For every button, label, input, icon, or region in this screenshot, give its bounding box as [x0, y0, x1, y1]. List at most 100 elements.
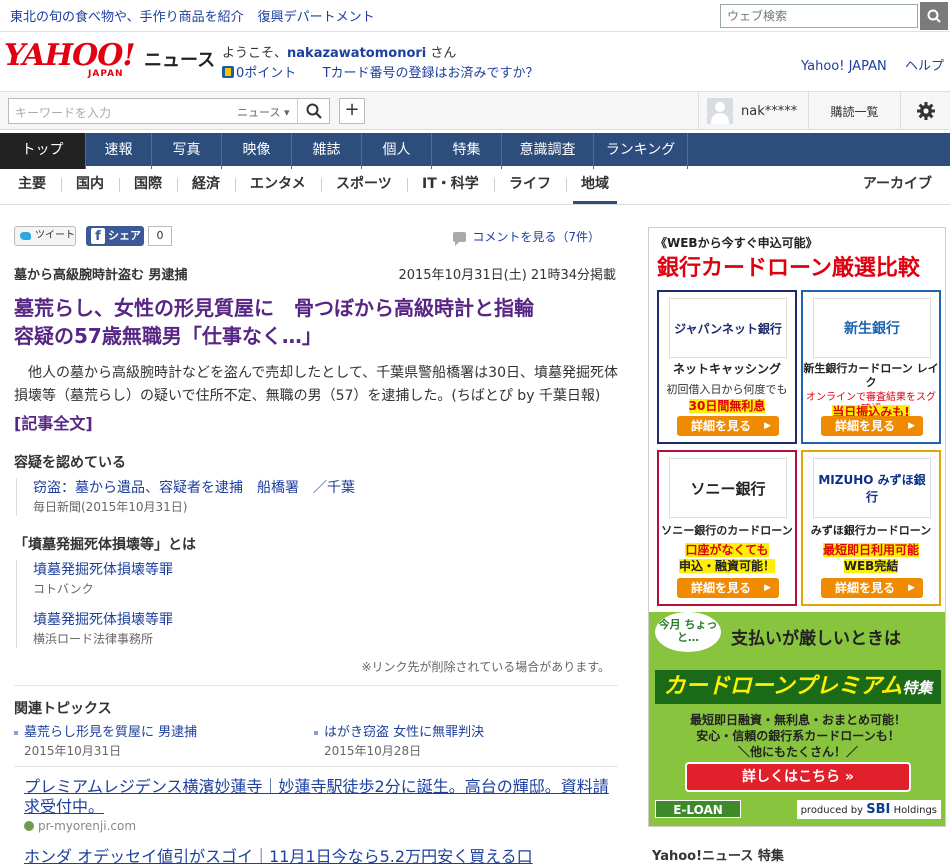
category-main[interactable]: 主要 [18, 166, 46, 204]
ad-text: 最短即日融資・無利息・おまとめ可能！ [689, 713, 906, 727]
sbi-logo: produced by SBI Holdings [796, 800, 941, 819]
main-nav: トップ 速報 写真 映像 雑誌 個人 特集 意識調査 ランキング [0, 130, 950, 169]
loan-card[interactable]: 新生銀行 新生銀行カードローン レイク オンラインで審査結果をスグ確認 当日振込… [801, 290, 941, 444]
category-sports[interactable]: スポーツ [336, 166, 392, 204]
divider [119, 178, 120, 192]
yahoo-japan-link[interactable]: Yahoo! JAPAN [801, 59, 887, 74]
ad-url[interactable]: pr-myorenji.com [24, 817, 618, 835]
divider [235, 178, 236, 192]
article-meta: 墓から高級腕時計盗む 男逮捕 2015年10月31日(土) 21時34分掲載 [14, 264, 618, 286]
bank-logo: MIZUHO みずほ銀行 [813, 458, 931, 518]
promo-text[interactable]: 東北の旬の食べ物や、手作り商品を紹介 [10, 6, 244, 25]
details-button[interactable]: 詳細を見る [821, 578, 923, 598]
topic-date: 2015年10月28日 [324, 744, 422, 758]
tcard-link[interactable]: Tカード番号の登録はお済みですか？ [323, 66, 539, 81]
web-search-input[interactable] [720, 4, 918, 28]
promo-link[interactable]: 復興デパートメント [258, 6, 375, 25]
welcome-text: ようこそ、nakazawatomonori さん [222, 46, 457, 61]
card-loan-premium-ad[interactable]: 今月 ちょっと… 支払いが厳しいときは カードローンプレミアム特集 最短即日融資… [649, 612, 945, 826]
ad-link[interactable]: ホンダ オデッセイ値引がスゴイ｜11月1日今なら5.2万円安く買える口 [14, 843, 618, 867]
tab-photo[interactable]: 写真 [152, 133, 222, 169]
article-title[interactable]: 墓荒らし、女性の形見質屋に 骨つぼから高級時計と指輪 容疑の57歳無職男「仕事な… [14, 294, 618, 350]
tcard-icon [222, 66, 234, 78]
comments-link[interactable]: コメントを見る（7件） [453, 228, 600, 246]
category-economy[interactable]: 経済 [192, 166, 220, 204]
keyword-search-button[interactable] [297, 99, 329, 123]
related-link[interactable]: 墳墓発掘死体損壊等罪 [33, 560, 618, 580]
related-link[interactable]: 墳墓発掘死体損壊等罪 [33, 610, 618, 630]
category-it-science[interactable]: IT・科学 [422, 166, 479, 204]
category-life[interactable]: ライフ [509, 166, 551, 204]
sidebar-banner-ad[interactable]: 《WEBから今すぐ申込可能》 銀行カードローン厳選比較 ジャパンネット銀行 ネッ… [648, 227, 946, 827]
ad-cta-button[interactable]: 詳しくはこちら » [685, 762, 911, 792]
share-bar: ツイート シェア 0 コメントを見る（7件） [14, 220, 618, 246]
tab-breaking[interactable]: 速報 [86, 133, 152, 169]
loan-desc: 初回借入日から何度でも [666, 383, 788, 396]
help-link[interactable]: ヘルプ [905, 59, 944, 74]
tab-individual[interactable]: 個人 [362, 133, 432, 169]
loan-card[interactable]: ジャパンネット銀行 ネットキャッシング 初回借入日から何度でも 30日間無利息 … [657, 290, 797, 444]
comment-icon [453, 232, 467, 246]
category-local[interactable]: 地域 [573, 166, 617, 204]
category-nav: 主要 国内 国際 経済 エンタメ スポーツ IT・科学 ライフ 地域 アーカイブ [0, 166, 950, 205]
loan-highlight: 30日間無利息 [688, 399, 766, 413]
category-domestic[interactable]: 国内 [76, 166, 104, 204]
loan-name: 新生銀行カードローン レイク [803, 362, 939, 389]
article-kicker: 墓から高級腕時計盗む 男逮捕 [14, 268, 188, 283]
share-count: 0 [148, 226, 172, 246]
loan-card[interactable]: MIZUHO みずほ銀行 みずほ銀行カードローン 最短即日利用可能 WEB完結 … [801, 450, 941, 606]
divider [61, 178, 62, 192]
tab-magazine[interactable]: 雑誌 [292, 133, 362, 169]
keyword-input[interactable]: キーワードを入力 [15, 104, 111, 121]
category-dropdown[interactable]: ニュース ▾ [237, 104, 289, 120]
subscriptions-button[interactable]: 購読一覧 [808, 92, 900, 130]
tweet-button[interactable]: ツイート [14, 226, 76, 246]
user-menu[interactable]: nak***** [698, 92, 808, 130]
category-entertainment[interactable]: エンタメ [250, 166, 306, 204]
topic-link[interactable]: 墓荒らし形見を質屋に 男逮捕 [14, 724, 304, 742]
site-header: YAHOO! JAPAN ニュース ようこそ、nakazawatomonori … [0, 32, 950, 92]
related-group: 窃盗：墓から遺品、容疑者を逮捕 船橋署 ／千葉 毎日新聞(2015年10月31日… [16, 478, 618, 516]
topics-list: 墓荒らし形見を質屋に 男逮捕 2015年10月31日 はがき窃盗 女性に無罪判決… [14, 724, 618, 762]
yahoo-logo[interactable]: YAHOO! JAPAN [4, 41, 136, 83]
ad-link[interactable]: プレミアムレジデンス横濱妙蓮寺｜妙蓮寺駅徒歩2分に誕生。高台の輝邸。資料請求受付… [24, 777, 618, 817]
full-article-link[interactable]: [記事全文] [14, 410, 618, 434]
details-button[interactable]: 詳細を見る [677, 416, 779, 436]
related-source: 横浜ロード法律事務所 [33, 632, 154, 646]
user-name: nak***** [741, 103, 798, 119]
tab-top[interactable]: トップ [0, 133, 86, 169]
points-link[interactable]: 0ポイント [236, 66, 296, 81]
web-search-button[interactable] [920, 2, 948, 30]
username-link[interactable]: nakazawatomonori [287, 46, 426, 61]
settings-button[interactable] [900, 92, 950, 130]
facebook-share-button[interactable]: シェア [86, 226, 144, 246]
ad-text: ＼他にもたくさん！／ [737, 745, 858, 759]
details-button[interactable]: 詳細を見る [821, 416, 923, 436]
news-section-title[interactable]: ニュース [144, 46, 215, 72]
loan-card[interactable]: ソニー銀行 ソニー銀行のカードローン 口座がなくても 申込・融資可能！ 詳細を見… [657, 450, 797, 606]
archive-link[interactable]: アーカイブ [863, 166, 932, 202]
ad-headline: 銀行カードローン厳選比較 [657, 256, 920, 281]
keyword-search-box[interactable]: キーワードを入力 ニュース ▾ [8, 98, 330, 124]
tab-special[interactable]: 特集 [432, 133, 502, 169]
tab-survey[interactable]: 意識調査 [502, 133, 594, 169]
avatar [707, 98, 733, 124]
ad-pay-text: 支払いが厳しいときは [731, 629, 901, 649]
article-date: 2015年10月31日(土) 21時34分掲載 [398, 268, 616, 283]
related-source: 毎日新聞(2015年10月31日) [33, 500, 188, 514]
related-heading: 容疑を認めている [14, 455, 126, 471]
ad-text: 安心・信頼の銀行系カードローンも！ [696, 729, 900, 743]
related-link[interactable]: 窃盗：墓から遺品、容疑者を逮捕 船橋署 ／千葉 [33, 478, 618, 498]
topic-link[interactable]: はがき窃盗 女性に無罪判決 [314, 724, 604, 742]
details-button[interactable]: 詳細を見る [677, 578, 779, 598]
category-international[interactable]: 国際 [134, 166, 162, 204]
divider [14, 685, 618, 686]
points-row: 0ポイント Tカード番号の登録はお済みですか？ [222, 62, 539, 81]
topic-date: 2015年10月31日 [24, 744, 122, 758]
sponsored-ad: プレミアムレジデンス横濱妙蓮寺｜妙蓮寺駅徒歩2分に誕生。高台の輝邸。資料請求受付… [14, 766, 618, 835]
tab-video[interactable]: 映像 [222, 133, 292, 169]
add-button[interactable]: + [339, 98, 365, 124]
related-source: コトバンク [33, 582, 94, 596]
tab-ranking[interactable]: ランキング [594, 133, 688, 169]
article-column: ツイート シェア 0 コメントを見る（7件） 墓から高級腕時計盗む 男逮捕 20… [14, 220, 618, 867]
